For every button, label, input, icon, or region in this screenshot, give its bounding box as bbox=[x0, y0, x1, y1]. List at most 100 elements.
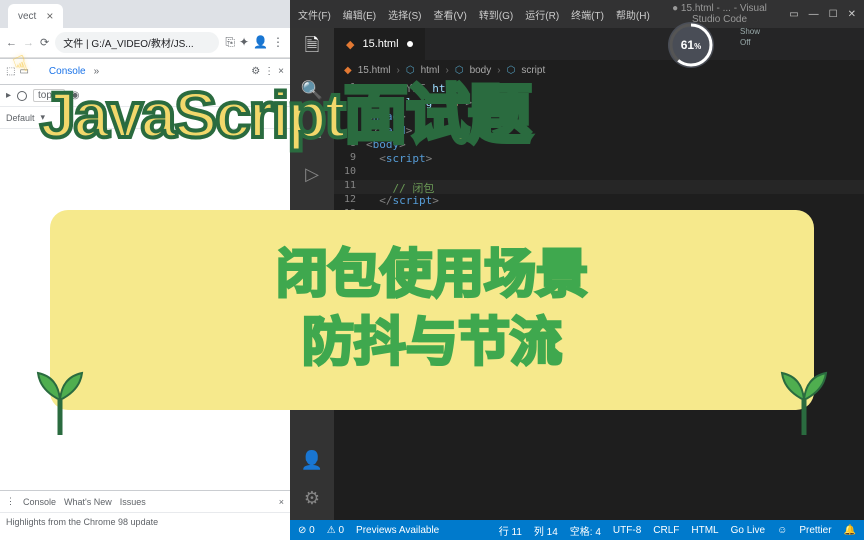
code-text[interactable]: <!DOCTYPE html> bbox=[366, 82, 465, 96]
code-line[interactable]: 11 // 闭包 bbox=[334, 180, 864, 194]
language-mode[interactable]: HTML bbox=[691, 525, 718, 536]
breadcrumb[interactable]: ◆ 15.html › ⬡ html › ⬡ body › ⬡ script bbox=[334, 60, 864, 80]
drawer-tab-console[interactable]: Console bbox=[23, 497, 56, 507]
code-text[interactable]: <html lang="en"> bbox=[366, 96, 472, 110]
breadcrumb-item[interactable]: script bbox=[521, 65, 545, 76]
menu-item[interactable]: 文件(F) bbox=[298, 7, 331, 22]
line-number: 9 bbox=[334, 152, 366, 166]
code-line[interactable]: 12 </script> bbox=[334, 194, 864, 208]
warnings-count[interactable]: ⚠ 0 bbox=[327, 525, 344, 536]
drawer-tab-whatsnew[interactable]: What's New bbox=[64, 497, 112, 507]
chevron-down-icon: ▾ bbox=[41, 112, 46, 123]
code-text[interactable]: </script> bbox=[366, 194, 439, 208]
menu-icon[interactable]: ⋮ bbox=[272, 35, 284, 50]
account-icon[interactable]: 👤 bbox=[300, 448, 324, 472]
breadcrumb-item[interactable]: 15.html bbox=[358, 65, 391, 76]
feedback-icon[interactable]: ☺ bbox=[777, 525, 787, 536]
code-text[interactable]: <body> bbox=[366, 138, 406, 152]
prettier[interactable]: Prettier bbox=[799, 525, 831, 536]
url-prefix: 文件 bbox=[63, 39, 83, 50]
forward-icon[interactable]: → bbox=[23, 37, 34, 49]
encoding[interactable]: UTF-8 bbox=[613, 525, 641, 536]
breadcrumb-item[interactable]: html bbox=[421, 65, 440, 76]
cursor-col[interactable]: 列 14 bbox=[534, 523, 558, 538]
device-icon[interactable]: ▭ bbox=[19, 66, 28, 77]
maximize-icon[interactable]: ☐ bbox=[829, 9, 838, 20]
status-bar: ⊘ 0 ⚠ 0 Previews Available 行 11 列 14 空格:… bbox=[290, 520, 864, 540]
profile-icon[interactable]: 👤 bbox=[253, 35, 268, 50]
drawer-tab-issues[interactable]: Issues bbox=[120, 497, 146, 507]
url-bar[interactable]: 文件 | G:/A_VIDEO/教材/JS... bbox=[55, 32, 219, 53]
inspect-icon[interactable]: ⬚ bbox=[6, 66, 15, 77]
filter-default[interactable]: Default bbox=[6, 113, 35, 123]
code-line[interactable]: 8<body> bbox=[334, 138, 864, 152]
code-editor[interactable]: 1<!DOCTYPE html>2<html lang="en">3<head>… bbox=[334, 80, 864, 520]
indent-spaces[interactable]: 空格: 4 bbox=[570, 523, 601, 538]
code-text[interactable]: <head> bbox=[366, 110, 406, 124]
html-file-icon: ◆ bbox=[346, 38, 354, 51]
extensions-icon[interactable]: ⊞ bbox=[300, 204, 324, 228]
sidebar-toggle-icon[interactable]: ▸ bbox=[6, 90, 11, 101]
vscode-body: 🗎 🔍 ⎇ ▷ ⊞ 👤 ⚙ ◆ 15.html ◆ 15.html › bbox=[290, 28, 864, 520]
devtools-menu-icon[interactable]: ⋮ bbox=[264, 66, 274, 77]
eye-icon[interactable]: ◉ bbox=[71, 90, 80, 101]
console-output[interactable] bbox=[0, 129, 290, 490]
cursor-line[interactable]: 行 11 bbox=[499, 523, 522, 538]
browser-tab[interactable]: vect × bbox=[8, 4, 63, 28]
code-line[interactable]: 10 bbox=[334, 166, 864, 180]
line-number: 8 bbox=[334, 138, 366, 152]
tab-console[interactable]: Console bbox=[45, 66, 90, 77]
eol[interactable]: CRLF bbox=[653, 525, 679, 536]
code-line[interactable]: 3<head> bbox=[334, 110, 864, 124]
code-line[interactable]: 2<html lang="en"> bbox=[334, 96, 864, 110]
code-line[interactable]: 14</html> bbox=[334, 222, 864, 236]
settings-icon[interactable]: ⚙ bbox=[300, 486, 324, 510]
line-number: 10 bbox=[334, 166, 366, 180]
minimize-icon[interactable]: — bbox=[809, 9, 819, 20]
debug-icon[interactable]: ▷ bbox=[300, 162, 324, 186]
menu-item[interactable]: 编辑(E) bbox=[343, 7, 376, 22]
drawer-menu-icon[interactable]: ⋮ bbox=[6, 496, 15, 507]
close-icon[interactable]: ✕ bbox=[848, 9, 856, 20]
menu-item[interactable]: 转到(G) bbox=[479, 7, 513, 22]
bell-icon[interactable]: 🔔 bbox=[844, 525, 856, 536]
menu-item[interactable]: 查看(V) bbox=[433, 7, 466, 22]
git-icon[interactable]: ⎇ bbox=[300, 120, 324, 144]
context-dropdown[interactable]: top ▾ bbox=[33, 89, 65, 102]
close-icon[interactable]: × bbox=[46, 9, 53, 23]
menu-item[interactable]: 选择(S) bbox=[388, 7, 421, 22]
menu-item[interactable]: 运行(R) bbox=[525, 7, 559, 22]
reload-icon[interactable]: ⟳ bbox=[40, 36, 49, 49]
editor-tab[interactable]: ◆ 15.html bbox=[334, 28, 426, 60]
drawer-close-icon[interactable]: × bbox=[279, 497, 284, 507]
search-icon[interactable]: 🔍 bbox=[300, 78, 324, 102]
breadcrumb-item[interactable]: body bbox=[470, 65, 492, 76]
gear-icon[interactable]: ⚙ bbox=[251, 66, 260, 77]
code-text[interactable]: <script> bbox=[366, 152, 432, 166]
editor-area: ◆ 15.html ◆ 15.html › ⬡ html › ⬡ body › … bbox=[334, 28, 864, 520]
extension-icon[interactable]: ✦ bbox=[239, 35, 249, 50]
url-text: G:/A_VIDEO/教材/JS... bbox=[91, 39, 193, 50]
more-tabs-icon[interactable]: » bbox=[94, 66, 100, 77]
code-line[interactable]: 9 <script> bbox=[334, 152, 864, 166]
code-line[interactable]: 7</head> bbox=[334, 124, 864, 138]
explorer-icon[interactable]: 🗎 bbox=[300, 36, 324, 60]
errors-count[interactable]: ⊘ 0 bbox=[298, 525, 315, 536]
menu-item[interactable]: 终端(T) bbox=[571, 7, 604, 22]
devtools-close-icon[interactable]: × bbox=[278, 66, 284, 77]
code-line[interactable]: 13</body> bbox=[334, 208, 864, 222]
go-live[interactable]: Go Live bbox=[731, 525, 765, 536]
share-icon[interactable]: ⎘ bbox=[225, 35, 235, 50]
vscode-titlebar: 文件(F) 编辑(E) 选择(S) 查看(V) 转到(G) 运行(R) 终端(T) 帮助(H)… bbox=[290, 0, 864, 28]
back-icon[interactable]: ← bbox=[6, 37, 17, 49]
code-line[interactable]: 1<!DOCTYPE html> bbox=[334, 82, 864, 96]
code-text[interactable]: </body> bbox=[366, 208, 412, 222]
layout-icon[interactable]: ▭ bbox=[789, 9, 798, 20]
line-number: 2 bbox=[334, 96, 366, 110]
clear-icon[interactable] bbox=[17, 91, 27, 101]
previews-available[interactable]: Previews Available bbox=[356, 525, 439, 536]
menu-item[interactable]: 帮助(H) bbox=[616, 7, 650, 22]
code-text[interactable]: </html> bbox=[366, 222, 412, 236]
code-text[interactable]: // 闭包 bbox=[366, 180, 434, 194]
code-text[interactable]: </head> bbox=[366, 124, 412, 138]
